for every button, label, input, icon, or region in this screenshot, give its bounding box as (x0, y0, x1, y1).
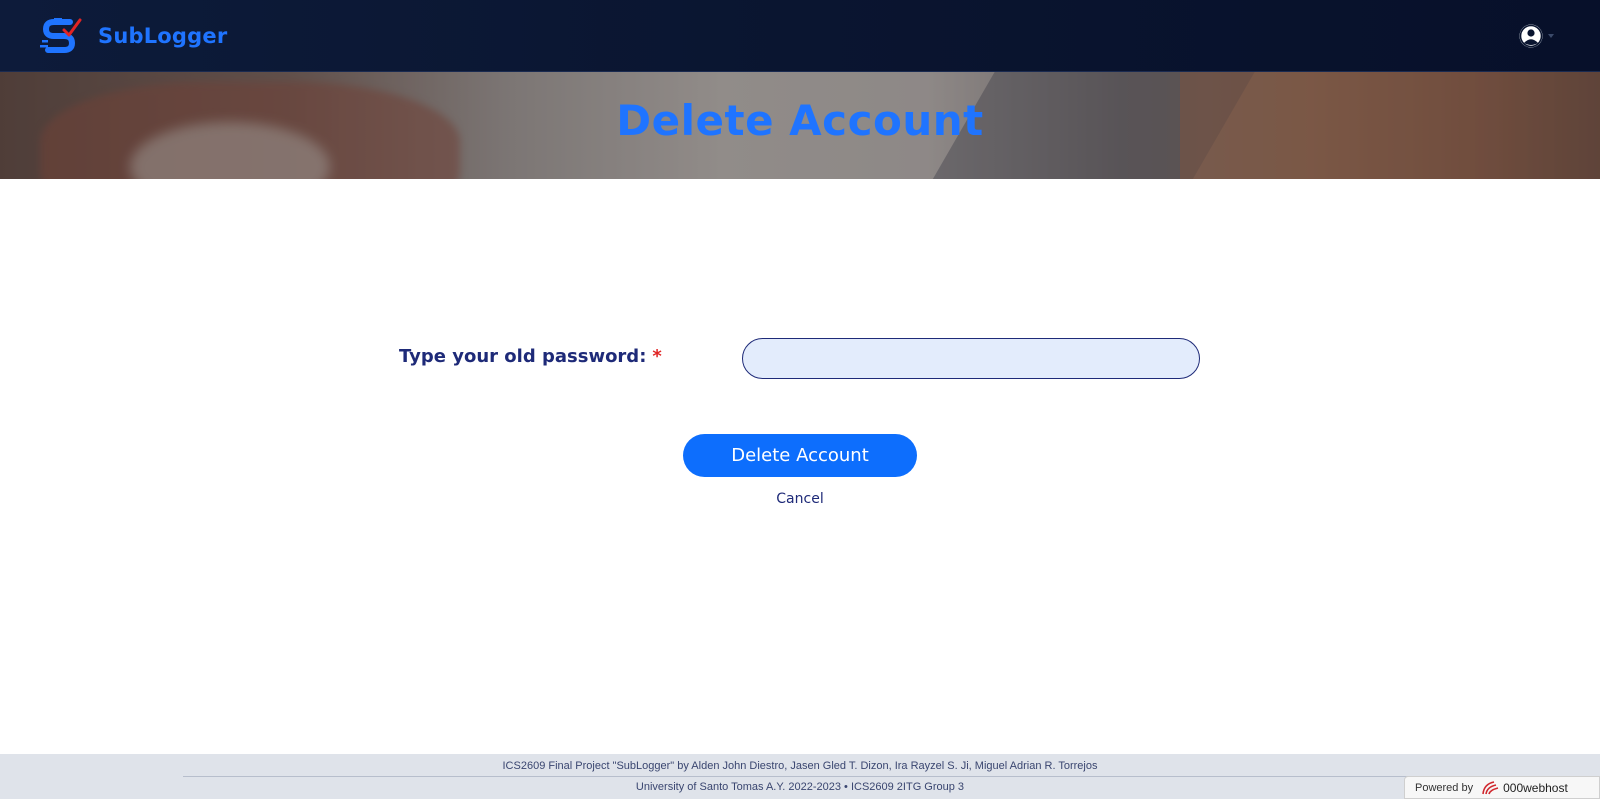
hero-banner: Delete Account (0, 72, 1600, 179)
user-circle-icon (1518, 23, 1544, 49)
webhost-name: 000webhost (1503, 780, 1568, 795)
powered-by-label: Powered by (1415, 781, 1474, 794)
powered-by-badge[interactable]: Powered by 000webhost (1404, 776, 1600, 799)
required-mark: * (652, 346, 662, 367)
brand-link[interactable]: SubLogger (40, 16, 227, 56)
brand-name: SubLogger (98, 24, 228, 48)
footer: ICS2609 Final Project "SubLogger" by Ald… (0, 754, 1600, 799)
sublogger-logo-icon (40, 18, 82, 53)
footer-divider (183, 776, 1417, 777)
password-label-text: Type your old password: (399, 346, 647, 367)
navbar: SubLogger (0, 0, 1600, 72)
old-password-input[interactable] (742, 338, 1200, 379)
delete-account-button[interactable]: Delete Account (683, 434, 917, 477)
password-label: Type your old password: * (399, 346, 662, 367)
page: SubLogger Delete Account Type your old p… (0, 0, 1600, 799)
footer-credits: ICS2609 Final Project "SubLogger" by Ald… (502, 760, 1098, 772)
webhost-logo-icon (1482, 780, 1499, 794)
footer-university: University of Santo Tomas A.Y. 2022-2023… (635, 781, 965, 793)
user-menu-button[interactable] (1518, 22, 1554, 50)
cancel-link-wrap: Cancel (0, 491, 1600, 507)
page-title: Delete Account (616, 96, 984, 145)
chevron-down-icon (1548, 34, 1554, 38)
cancel-link[interactable]: Cancel (776, 491, 823, 507)
